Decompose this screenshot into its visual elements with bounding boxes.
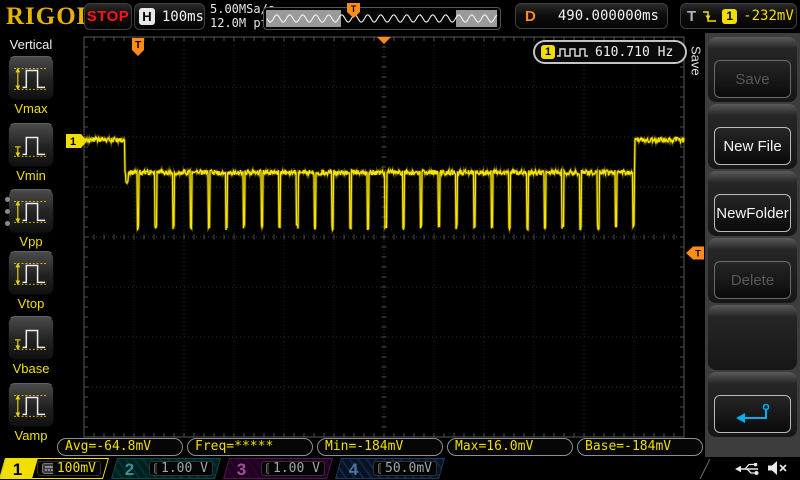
- trigger-source-badge: 1: [722, 9, 737, 24]
- menu-slot: Save: [708, 37, 797, 102]
- left-measure-menu: Vertical Vmax Vmin: [0, 33, 63, 457]
- channel1-status[interactable]: 1 100mV: [0, 458, 109, 479]
- channel4-scale: 50.0mV: [385, 461, 432, 476]
- trigger-level-value: -232mV: [743, 8, 794, 24]
- vamp-icon: [12, 389, 50, 421]
- delay-label: D: [525, 8, 536, 25]
- vpp-button[interactable]: [8, 189, 54, 233]
- return-arrow-icon: [733, 402, 773, 426]
- measurement-min: Min=-184mV: [317, 438, 443, 456]
- vmin-label: Vmin: [0, 168, 62, 183]
- memory-waveform-preview: [264, 8, 500, 29]
- menu-slot-empty: [708, 305, 797, 370]
- memory-position-bar[interactable]: [263, 7, 501, 30]
- trigger-level-marker: T: [686, 247, 704, 260]
- dc-coupling-icon: [42, 463, 53, 474]
- right-soft-menu: Save New File NewFolder Delete: [705, 33, 800, 457]
- horizontal-timebase-box: H 100ms: [134, 3, 205, 30]
- channel1-scale: 100mV: [57, 461, 96, 476]
- new-file-button[interactable]: New File: [714, 127, 791, 165]
- channel1-number: 1: [13, 459, 22, 479]
- vamp-label: Vamp: [0, 428, 62, 443]
- menu-page-dot: [5, 209, 10, 214]
- menu-item-vbase: Vbase: [0, 316, 62, 376]
- channel2-number: 2: [125, 459, 134, 479]
- channel4-status[interactable]: 4 50.0mV: [335, 458, 445, 479]
- menu-item-vamp: Vamp: [0, 383, 62, 443]
- svg-text:T: T: [351, 4, 357, 14]
- waveform-display-area: T 1 T: [62, 33, 705, 457]
- save-button[interactable]: Save: [714, 60, 791, 98]
- menu-page-dot: [5, 221, 10, 226]
- vtop-label: Vtop: [0, 296, 62, 311]
- menu-item-vmin: Vmin: [0, 123, 62, 183]
- channel3-scale: 1.00 V: [273, 461, 320, 476]
- channel2-status[interactable]: 2 1.00 V: [111, 458, 221, 479]
- vamp-button[interactable]: [8, 383, 54, 427]
- timebase-label: H: [139, 8, 155, 25]
- measurement-max: Max=16.0mV: [447, 438, 573, 456]
- delay-box: D 490.000000ms: [515, 3, 668, 29]
- channel4-number: 4: [349, 459, 358, 479]
- vpp-label: Vpp: [0, 234, 62, 249]
- vmax-icon: [12, 62, 50, 94]
- rigol-logo: RIGOL: [6, 3, 94, 31]
- falling-edge-icon: [702, 8, 717, 25]
- menu-slot: New File: [708, 104, 797, 169]
- usb-icon: [735, 461, 762, 476]
- menu-slot: Delete: [708, 238, 797, 303]
- menu-slot: [708, 372, 797, 437]
- dc-coupling-icon: [154, 463, 157, 474]
- svg-text:1: 1: [70, 136, 76, 148]
- menu-tab-save: Save: [687, 40, 705, 120]
- trigger-position-flag-icon: T: [347, 3, 361, 19]
- vbase-icon: [12, 322, 50, 354]
- delete-button[interactable]: Delete: [714, 261, 791, 299]
- run-state-badge: STOP: [84, 3, 132, 30]
- counter-source-badge: 1: [541, 45, 555, 59]
- vtop-icon: [12, 257, 50, 289]
- menu-slot: NewFolder: [708, 171, 797, 236]
- timebase-value: 100ms: [162, 9, 204, 25]
- channel3-status[interactable]: 3 1.00 V: [223, 458, 333, 479]
- dc-coupling-icon: [266, 463, 269, 474]
- menu-item-vtop: Vtop: [0, 251, 62, 311]
- vmin-icon: [12, 129, 50, 161]
- vmax-button[interactable]: [8, 56, 54, 100]
- measurement-freq: Freq=*****: [187, 438, 313, 456]
- channel2-scale: 1.00 V: [161, 461, 208, 476]
- horizontal-center-marker: [377, 37, 391, 44]
- graticule-and-trace: T 1 T: [62, 33, 705, 457]
- measurement-base: Base=-184mV: [577, 438, 703, 456]
- menu-item-vmax: Vmax: [0, 56, 62, 116]
- channel3-number: 3: [237, 459, 246, 479]
- svg-text:T: T: [695, 249, 701, 259]
- trigger-info-box: T 1 -232mV: [680, 3, 797, 29]
- frequency-value: 610.710 Hz: [595, 45, 673, 60]
- status-divider: [698, 459, 712, 479]
- return-button[interactable]: [714, 395, 791, 433]
- menu-page-dot: [5, 197, 10, 202]
- menu-tab-label: Save: [689, 46, 704, 76]
- frequency-counter: 1 610.710 Hz: [533, 40, 687, 64]
- square-wave-icon: [555, 44, 589, 60]
- speaker-muted-icon: [766, 460, 788, 476]
- measure-menu-title: Vertical: [0, 37, 62, 52]
- new-folder-button[interactable]: NewFolder: [714, 194, 791, 232]
- trigger-label: T: [687, 8, 696, 25]
- delay-value: 490.000000ms: [558, 8, 659, 24]
- vpp-icon: [12, 195, 50, 227]
- vmax-label: Vmax: [0, 101, 62, 116]
- measurement-avg: Avg=-64.8mV: [57, 438, 183, 456]
- vbase-label: Vbase: [0, 361, 62, 376]
- dc-coupling-icon: [378, 463, 381, 474]
- svg-text:T: T: [135, 40, 141, 51]
- vmin-button[interactable]: [8, 123, 54, 167]
- vtop-button[interactable]: [8, 251, 54, 295]
- oscilloscope-screen: RIGOL STOP H 100ms 5.00MSa/s 12.0M pts T…: [0, 0, 800, 480]
- vbase-button[interactable]: [8, 316, 54, 360]
